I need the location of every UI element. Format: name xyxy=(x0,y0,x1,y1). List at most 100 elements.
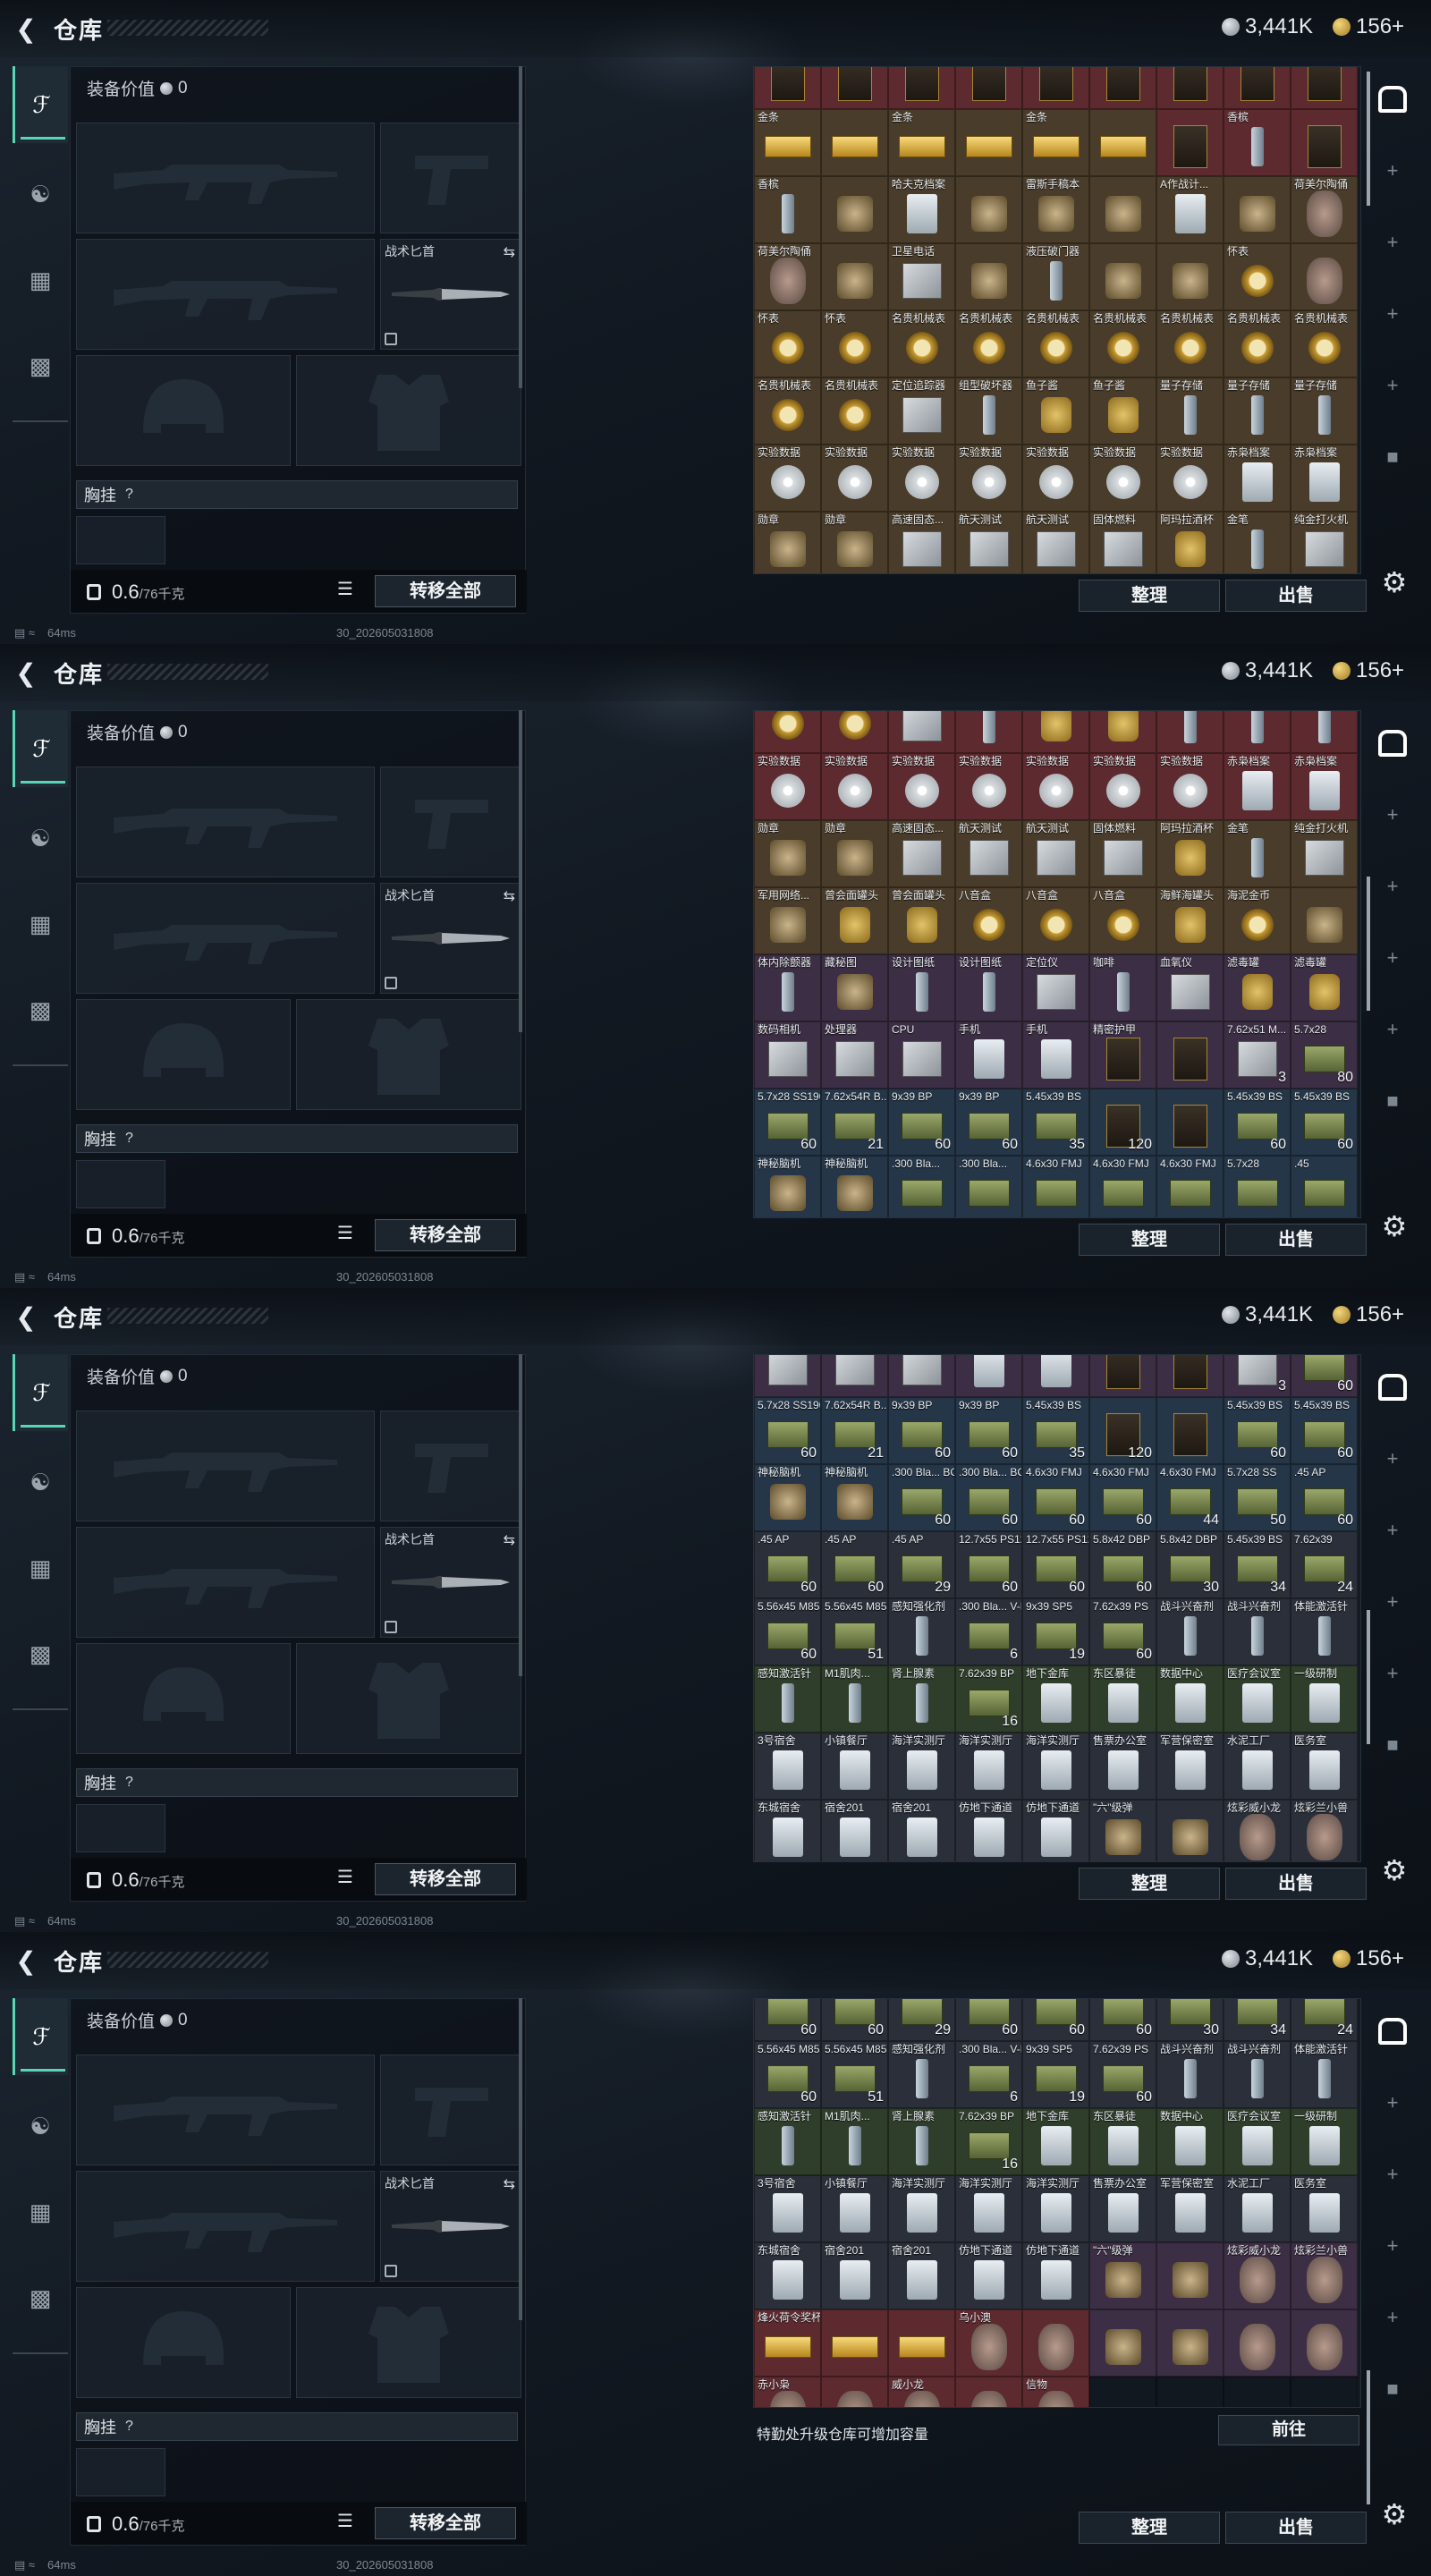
inventory-item[interactable]: 金条 xyxy=(754,109,821,176)
inventory-item[interactable]: .45 AP 60 xyxy=(821,1531,888,1598)
inventory-item[interactable]: 曾会面罐头 xyxy=(821,887,888,954)
inventory-item[interactable] xyxy=(1156,1021,1224,1089)
inventory-item[interactable]: 120 xyxy=(1089,1089,1156,1156)
primary-weapon-slot[interactable] xyxy=(76,767,375,877)
inventory-item[interactable]: 高级咖啡豆 xyxy=(1156,67,1224,109)
inventory-item[interactable]: 怀表 xyxy=(821,310,888,377)
inventory-item[interactable]: 一级研制 xyxy=(1291,2108,1358,2175)
equipment-scrollbar[interactable] xyxy=(519,710,522,1032)
inventory-item[interactable] xyxy=(1291,887,1358,954)
inventory-item[interactable]: 组型破坏器 xyxy=(955,711,1022,753)
secondary-weapon-slot[interactable] xyxy=(76,1527,375,1638)
secondary-weapon-slot[interactable] xyxy=(76,239,375,350)
armor-slot[interactable] xyxy=(296,355,521,466)
inventory-item[interactable]: 60 xyxy=(1022,1999,1089,2041)
inventory-item[interactable]: 仿地下通道 xyxy=(955,2242,1022,2309)
inventory-item[interactable]: 7.62x39 PS 60 xyxy=(1089,1598,1156,1665)
inventory-item[interactable]: 实验数据 xyxy=(754,445,821,512)
inventory-item[interactable]: 5.45x39 BS 60 xyxy=(1224,1397,1291,1464)
inventory-item[interactable]: .45 AP 60 xyxy=(1291,1464,1358,1531)
armor-slot[interactable] xyxy=(296,999,521,1110)
inventory-item[interactable] xyxy=(1291,2309,1358,2377)
tab-vest[interactable]: ▦ xyxy=(13,2174,68,2250)
inventory-item[interactable]: 手机 xyxy=(1022,1355,1089,1397)
inventory-item[interactable]: 高速固态... xyxy=(888,820,955,887)
inventory-item[interactable]: 3号宿舍 xyxy=(754,1733,821,1800)
transfer-all-button[interactable]: 转移全部 xyxy=(375,2507,516,2539)
inventory-item[interactable]: CPU xyxy=(888,1021,955,1089)
inventory-item[interactable] xyxy=(1089,109,1156,176)
inventory-item[interactable] xyxy=(955,109,1022,176)
inventory-item[interactable]: 12.7x55 PS12 60 xyxy=(955,1531,1022,1598)
inventory-item[interactable]: 实验数据 xyxy=(1156,753,1224,820)
inventory-item[interactable]: .300 Bla... V-MAX 6 xyxy=(955,1598,1022,1665)
chest-rig-header[interactable]: 胸挂 ? xyxy=(76,1124,518,1153)
back-arrow-icon[interactable]: ❮ xyxy=(13,1948,39,1975)
inventory-item[interactable]: 曾会面罐头 xyxy=(888,887,955,954)
inventory-item[interactable]: 阿玛拉酒杯 xyxy=(1156,512,1224,573)
inventory-item[interactable]: 海洋实测厅 xyxy=(888,1733,955,1800)
inventory-item[interactable] xyxy=(821,2309,888,2377)
inventory-item[interactable]: 一级研制 xyxy=(1291,1665,1358,1733)
inventory-item[interactable]: 感知激活针 xyxy=(754,1665,821,1733)
locked-tab[interactable]: ■ xyxy=(1374,2370,1411,2408)
tab-vest[interactable]: ▦ xyxy=(13,242,68,318)
inventory-item[interactable]: 赤小枭 xyxy=(754,2377,821,2407)
inventory-item[interactable]: 4.6x30 FMJ 44 xyxy=(1156,1464,1224,1531)
warehouse-main-tab[interactable] xyxy=(1374,2012,1411,2050)
inventory-item[interactable]: 炫彩威小龙 xyxy=(1224,2242,1291,2309)
inventory-item[interactable]: 30 xyxy=(1156,1999,1224,2041)
back-arrow-icon[interactable]: ❮ xyxy=(13,1304,39,1331)
inventory-item[interactable]: 海泥金币 xyxy=(1224,887,1291,954)
inventory-item[interactable]: 名贵机械表 xyxy=(1291,310,1358,377)
inventory-item[interactable]: 实验数据 xyxy=(1022,753,1089,820)
inventory-item[interactable]: 肾上腺素 xyxy=(888,2108,955,2175)
inventory-item[interactable]: 处理器 xyxy=(821,1355,888,1397)
inventory-item[interactable]: 9x39 BP 60 xyxy=(955,1089,1022,1156)
inventory-item[interactable]: M1肌肉... xyxy=(821,1665,888,1733)
inventory-item[interactable]: 香槟 xyxy=(754,176,821,243)
add-tab-button[interactable]: + xyxy=(1374,1011,1411,1048)
tab-backpack[interactable]: ▩ xyxy=(13,327,68,404)
inventory-item[interactable]: 神秘脑机 xyxy=(754,1156,821,1217)
inventory-item[interactable]: 实验数据 xyxy=(1156,445,1224,512)
sell-button[interactable]: 出售 xyxy=(1225,2512,1367,2544)
inventory-item[interactable]: 战斗兴奋剂 xyxy=(1156,2041,1224,2108)
chest-rig-slot[interactable] xyxy=(76,2448,165,2496)
inventory-item[interactable]: 固体燃料 xyxy=(1089,820,1156,887)
inventory-item[interactable]: 东城宿舍 xyxy=(754,1800,821,1861)
inventory-item[interactable]: 医务室 xyxy=(1291,2175,1358,2242)
inventory-item[interactable]: 炫彩威小龙 xyxy=(1224,1800,1291,1861)
inventory-item[interactable]: 定位追踪器 xyxy=(888,377,955,445)
inventory-item[interactable]: 鱼子酱 xyxy=(1022,377,1089,445)
inventory-item[interactable]: 5.7x28 SS190 60 xyxy=(754,1089,821,1156)
inventory-item[interactable] xyxy=(955,176,1022,243)
inventory-item[interactable]: 5.56x45 M855A1 60 xyxy=(754,2041,821,2108)
inventory-item[interactable]: 金条 xyxy=(1022,109,1089,176)
inventory-item[interactable]: 组型破坏器 xyxy=(955,377,1022,445)
add-tab-button[interactable]: + xyxy=(1374,868,1411,905)
inventory-item[interactable]: 医疗会议室 xyxy=(1224,1665,1291,1733)
inventory-item[interactable]: 小镇餐厅 xyxy=(821,1733,888,1800)
inventory-item[interactable]: 处理器 xyxy=(821,1021,888,1089)
inventory-item[interactable]: 60 xyxy=(955,1999,1022,2041)
inventory-item[interactable]: 鱼子酱 xyxy=(1022,711,1089,753)
inventory-item[interactable]: 战斗兴奋剂 xyxy=(1156,1598,1224,1665)
inventory-item[interactable]: 神秘脑机 xyxy=(754,1464,821,1531)
inventory-item[interactable]: 4.6x30 FMJ xyxy=(1156,1156,1224,1217)
sort-button[interactable]: 整理 xyxy=(1079,2512,1220,2544)
help-icon[interactable]: ? xyxy=(125,487,133,503)
add-tab-button[interactable]: + xyxy=(1374,367,1411,404)
inventory-item[interactable]: 5.56x45 M855A1 51 xyxy=(821,2041,888,2108)
inventory-item[interactable] xyxy=(1156,109,1224,176)
inventory-item[interactable]: 乌小澳 xyxy=(955,2309,1022,2377)
inventory-item[interactable] xyxy=(1224,2309,1291,2377)
inventory-item[interactable]: 东区暴徒 xyxy=(1089,2108,1156,2175)
inventory-item[interactable] xyxy=(1156,1089,1224,1156)
sell-button[interactable]: 出售 xyxy=(1225,1224,1367,1256)
inventory-item[interactable]: 海洋实测厅 xyxy=(955,1733,1022,1800)
gear-icon[interactable]: ⚙ xyxy=(1377,1853,1411,1887)
inventory-item[interactable] xyxy=(1156,243,1224,310)
inventory-item[interactable]: 5.45x39 BS 34 xyxy=(1224,1531,1291,1598)
inventory-item[interactable] xyxy=(821,176,888,243)
